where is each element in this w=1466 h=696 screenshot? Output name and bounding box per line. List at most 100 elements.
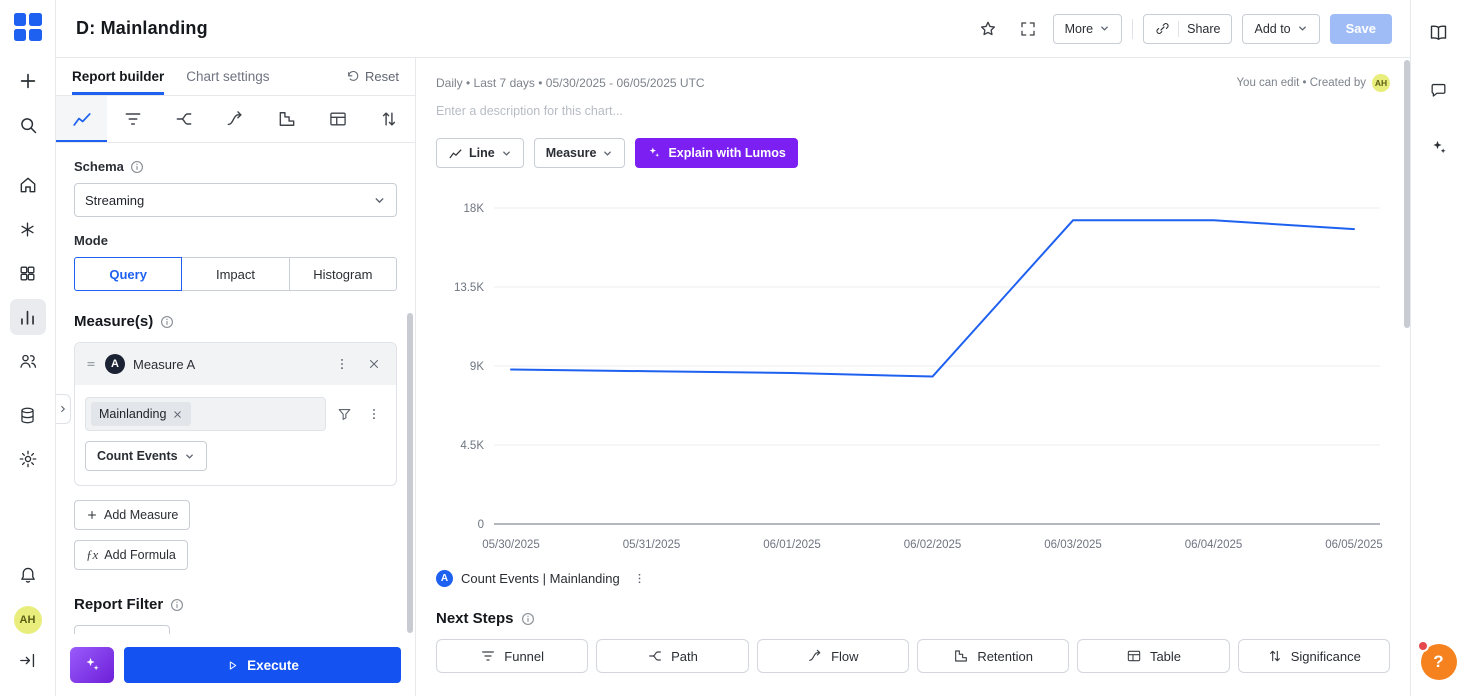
center-column: D: Mainlanding More Share Add to Save Re… <box>56 0 1410 696</box>
sidebar-item-home[interactable] <box>10 167 46 203</box>
chevron-down-icon <box>1297 23 1308 34</box>
next-step-retention-button[interactable]: Retention <box>916 639 1070 673</box>
share-button-label: Share <box>1187 21 1221 36</box>
sidebar-item-analytics[interactable] <box>9 299 46 335</box>
chevron-down-icon <box>184 451 195 462</box>
gear-icon <box>18 449 38 469</box>
sidebar-item-dashboards[interactable] <box>10 255 46 291</box>
date-range-text[interactable]: Daily • Last 7 days • 05/30/2025 - 06/05… <box>436 76 705 90</box>
next-step-path-button[interactable]: Path <box>596 639 749 673</box>
series-line[interactable] <box>510 219 1355 378</box>
sidebar-item-settings[interactable] <box>10 441 46 477</box>
create-button[interactable] <box>10 63 46 99</box>
analysis-type-toolbar <box>56 96 415 143</box>
add-measure-button[interactable]: Add Measure <box>74 500 191 530</box>
event-menu-button[interactable] <box>362 402 386 426</box>
measure-menu-button[interactable] <box>330 352 354 376</box>
help-widget: ? <box>1416 640 1457 680</box>
tool-table[interactable] <box>312 96 363 142</box>
docs-button[interactable] <box>1421 14 1457 50</box>
chart-type-select[interactable]: Line <box>436 138 524 168</box>
more-button[interactable]: More <box>1052 13 1123 44</box>
line-chart-plot[interactable]: 0 4.5K 9K 13.5K 18K 05/30/2025 05/31/2025 06/01… <box>436 184 1390 562</box>
measure-dropdown[interactable]: Measure <box>533 138 626 168</box>
lumos-panel-button[interactable] <box>1421 130 1457 166</box>
mode-option-query[interactable]: Query <box>74 257 183 291</box>
add-to-button[interactable]: Add to <box>1242 13 1320 44</box>
sidebar-item-audiences[interactable] <box>10 343 46 379</box>
info-icon[interactable] <box>130 160 144 174</box>
funnel-icon <box>480 648 496 664</box>
add-filter-button[interactable]: Add Filter <box>74 625 170 634</box>
x-tick-label: 06/03/2025 <box>1044 539 1102 551</box>
sidebar-item-data[interactable] <box>10 397 46 433</box>
tool-path[interactable] <box>159 96 210 142</box>
event-chip[interactable]: Mainlanding <box>91 402 192 426</box>
tab-report-builder[interactable]: Report builder <box>72 58 164 95</box>
measure-dropdown-label: Measure <box>545 146 597 160</box>
table-icon <box>328 109 348 129</box>
collapse-rail-button[interactable] <box>10 642 46 678</box>
user-avatar[interactable]: AH <box>13 606 42 634</box>
chart-type-label: Line <box>469 146 495 160</box>
report-builder-panel: Report builder Chart settings Reset Sche… <box>56 58 416 696</box>
fullscreen-button[interactable] <box>1013 14 1043 44</box>
aggregation-select[interactable]: Count Events <box>85 441 207 471</box>
x-tick-label: 06/04/2025 <box>1185 539 1243 551</box>
sidebar-item-explore[interactable] <box>10 211 46 247</box>
logo-square <box>13 13 26 26</box>
panel-scrollbar[interactable] <box>407 313 413 633</box>
info-icon[interactable] <box>170 598 184 612</box>
main-scrollbar[interactable] <box>1404 60 1410 328</box>
info-icon[interactable] <box>521 612 535 626</box>
notifications-button[interactable] <box>10 556 46 592</box>
schema-select[interactable]: Streaming <box>74 183 397 217</box>
event-input[interactable]: Mainlanding <box>85 397 326 431</box>
execute-button[interactable]: Execute <box>124 647 401 683</box>
chip-remove-icon[interactable] <box>172 409 183 420</box>
tool-retention[interactable] <box>261 96 312 142</box>
tool-line-chart[interactable] <box>56 96 108 142</box>
save-button[interactable]: Save <box>1329 13 1392 44</box>
add-formula-button[interactable]: ƒx Add Formula <box>74 540 188 570</box>
event-filter-button[interactable] <box>332 402 356 426</box>
chevron-down-icon <box>373 194 386 207</box>
next-step-table-button[interactable]: Table <box>1077 639 1230 673</box>
retention-icon <box>953 648 969 664</box>
info-icon[interactable] <box>160 315 174 329</box>
schema-select-value: Streaming <box>85 192 145 208</box>
tool-flow[interactable] <box>210 96 261 142</box>
search-button[interactable] <box>10 107 46 143</box>
favorite-button[interactable] <box>973 14 1003 44</box>
legend-series-label[interactable]: Count Events | Mainlanding <box>461 571 620 586</box>
comments-button[interactable] <box>1421 72 1457 108</box>
share-button[interactable]: Share <box>1143 13 1233 44</box>
line-chart-icon <box>448 146 463 161</box>
measure-card: A Measure A Mainlanding Count Events <box>74 342 397 486</box>
event-chip-label: Mainlanding <box>99 407 167 421</box>
tool-significance[interactable] <box>364 96 415 142</box>
next-step-flow-button[interactable]: Flow <box>756 639 909 673</box>
legend-menu-button[interactable] <box>628 566 652 590</box>
lumos-button[interactable] <box>70 647 114 683</box>
tab-chart-settings[interactable]: Chart settings <box>186 58 269 95</box>
measure-name: Measure A <box>133 356 196 372</box>
creator-avatar[interactable]: AH <box>1372 74 1390 92</box>
comment-icon <box>1429 81 1448 100</box>
mode-option-impact[interactable]: Impact <box>181 257 290 291</box>
description-placeholder[interactable]: Enter a description for this chart... <box>436 104 1390 118</box>
reset-button[interactable]: Reset <box>346 58 399 95</box>
next-step-funnel-button[interactable]: Funnel <box>436 639 589 673</box>
next-step-significance-button[interactable]: Significance <box>1237 639 1390 673</box>
header-divider <box>1132 18 1134 39</box>
app-logo[interactable] <box>13 13 42 41</box>
people-icon <box>18 351 38 371</box>
report-filter-heading-row: Report Filter <box>74 596 397 613</box>
explain-with-lumos-button[interactable]: Explain with Lumos <box>635 138 798 168</box>
drag-handle-icon[interactable] <box>85 358 97 370</box>
measure-remove-button[interactable] <box>362 352 386 376</box>
execute-label: Execute <box>247 657 299 673</box>
panel-collapse-button[interactable] <box>56 394 71 424</box>
tool-funnel[interactable] <box>107 96 158 142</box>
mode-option-histogram[interactable]: Histogram <box>288 257 397 291</box>
